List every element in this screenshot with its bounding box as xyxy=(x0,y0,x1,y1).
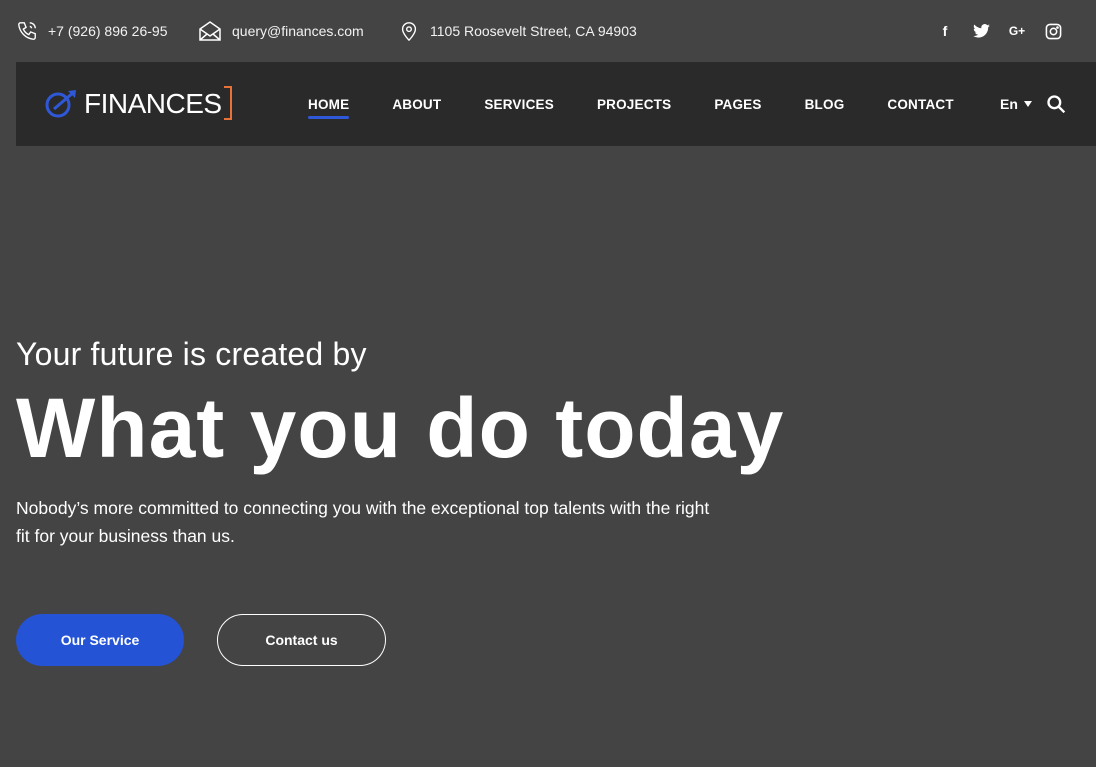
nav-item-about[interactable]: ABOUT xyxy=(392,97,441,112)
twitter-icon[interactable] xyxy=(972,22,990,40)
search-icon xyxy=(1047,95,1066,114)
our-service-button[interactable]: Our Service xyxy=(16,614,184,666)
phone-number: +7 (926) 896 26-95 xyxy=(48,23,168,39)
caret-down-icon xyxy=(1023,101,1032,107)
email-address: query@finances.com xyxy=(232,23,364,39)
nav-item-projects[interactable]: PROJECTS xyxy=(597,97,671,112)
hero-buttons: Our Service Contact us xyxy=(16,614,386,666)
phone-icon xyxy=(18,22,36,40)
contact-us-button[interactable]: Contact us xyxy=(217,614,386,666)
site-logo[interactable]: FINANCES xyxy=(44,62,232,146)
email-contact[interactable]: query@finances.com xyxy=(198,0,364,62)
target-arrow-logo-icon xyxy=(45,90,76,118)
instagram-icon[interactable] xyxy=(1044,22,1062,40)
location-pin-icon xyxy=(401,22,417,42)
search-button[interactable] xyxy=(1046,62,1066,146)
facebook-icon[interactable]: f xyxy=(936,22,954,40)
nav-item-services[interactable]: SERVICES xyxy=(484,97,554,112)
nav-item-pages[interactable]: PAGES xyxy=(714,97,761,112)
logo-text: FINANCES xyxy=(84,86,232,120)
nav-item-blog[interactable]: BLOG xyxy=(805,97,845,112)
top-bar: +7 (926) 896 26-95 query@finances.com 11… xyxy=(0,0,1096,62)
address-contact[interactable]: 1105 Roosevelt Street, CA 94903 xyxy=(398,0,637,62)
google-plus-icon[interactable]: G+ xyxy=(1008,22,1026,40)
main-navbar: FINANCES HOME ABOUT SERVICES PROJECTS PA… xyxy=(16,62,1096,146)
hero-section: Your future is created by What you do to… xyxy=(16,330,1076,550)
nav-item-home[interactable]: HOME xyxy=(308,97,350,119)
social-links: f G+ xyxy=(936,0,1062,62)
primary-nav: HOME ABOUT SERVICES PROJECTS PAGES BLOG … xyxy=(308,62,997,146)
hero-pretitle: Your future is created by xyxy=(16,336,367,372)
envelope-icon xyxy=(199,21,221,41)
hero-description: Nobody’s more committed to connecting yo… xyxy=(16,498,710,546)
hero-title: What you do today xyxy=(16,381,785,475)
language-label: En xyxy=(1000,96,1018,112)
nav-item-contact[interactable]: CONTACT xyxy=(887,97,953,112)
address-text: 1105 Roosevelt Street, CA 94903 xyxy=(430,23,637,39)
language-selector[interactable]: En xyxy=(1000,62,1032,146)
phone-contact[interactable]: +7 (926) 896 26-95 xyxy=(16,0,167,62)
